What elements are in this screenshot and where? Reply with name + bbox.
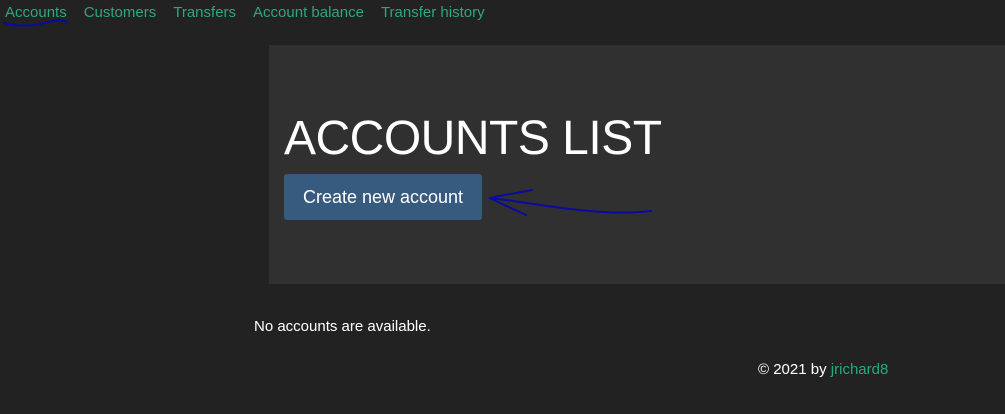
create-new-account-button[interactable]: Create new account (284, 174, 482, 220)
nav-link-accounts[interactable]: Accounts (5, 4, 67, 21)
nav-link-customers[interactable]: Customers (84, 4, 157, 21)
top-nav: Accounts Customers Transfers Account bal… (5, 2, 502, 22)
empty-state-message: No accounts are available. (254, 318, 431, 335)
header-panel: ACCOUNTS LIST Create new account (269, 45, 1005, 284)
nav-link-account-balance[interactable]: Account balance (253, 4, 364, 21)
page-title: ACCOUNTS LIST (284, 112, 662, 165)
footer: © 2021 by jrichard8 (758, 361, 888, 378)
footer-copyright: © 2021 by (758, 361, 831, 378)
nav-link-transfer-history[interactable]: Transfer history (381, 4, 485, 21)
footer-author-link[interactable]: jrichard8 (831, 361, 889, 378)
nav-link-transfers[interactable]: Transfers (173, 4, 236, 21)
